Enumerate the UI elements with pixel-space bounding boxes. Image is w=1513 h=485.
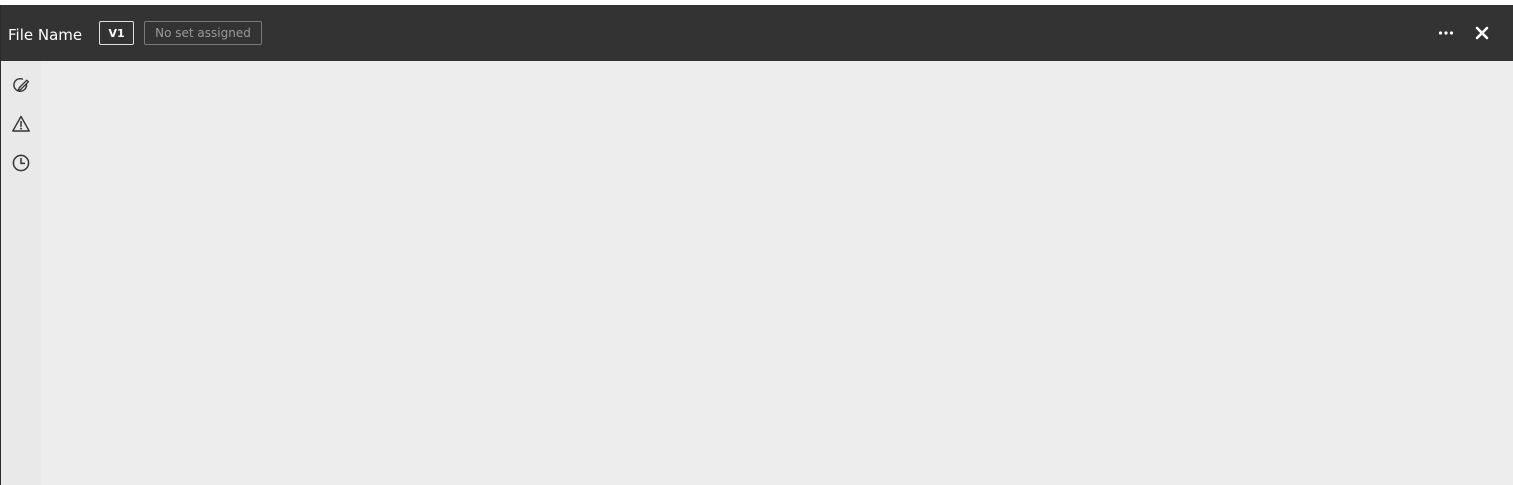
set-assignment-badge[interactable]: No set assigned <box>144 21 262 45</box>
issues-button[interactable] <box>7 110 35 138</box>
close-icon <box>1475 26 1489 40</box>
version-badge[interactable]: V1 <box>99 21 135 45</box>
history-button[interactable] <box>7 149 35 177</box>
left-toolbar <box>1 61 41 485</box>
warning-icon <box>12 115 30 132</box>
document-viewer: File Name V1 No set assigned <box>0 5 1513 485</box>
file-name-title: File Name <box>8 25 83 44</box>
header-actions <box>1433 5 1495 61</box>
close-button[interactable] <box>1469 20 1495 46</box>
document-canvas[interactable] <box>41 61 1513 485</box>
markup-edit-icon <box>13 77 30 92</box>
more-horizontal-icon <box>1438 31 1454 35</box>
more-options-button[interactable] <box>1433 20 1459 46</box>
markup-tool-button[interactable] <box>7 71 35 99</box>
history-clock-icon <box>12 154 30 172</box>
header-bar: File Name V1 No set assigned <box>1 5 1513 61</box>
